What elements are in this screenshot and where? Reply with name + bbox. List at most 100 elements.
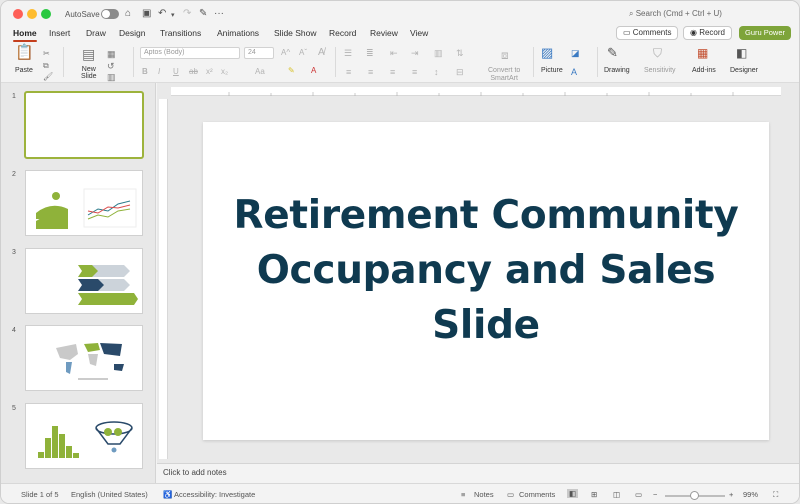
align-right-icon[interactable]: ≡ xyxy=(390,67,395,77)
clear-format-icon[interactable]: A̸ xyxy=(318,47,325,58)
outdent-icon[interactable]: ⇥ xyxy=(411,48,419,59)
tab-review[interactable]: Review xyxy=(370,28,398,38)
increase-font-icon[interactable]: A^ xyxy=(281,48,290,57)
bullets-icon[interactable]: ☰ xyxy=(344,48,352,59)
designer-icon[interactable]: ◧ xyxy=(736,47,747,59)
drawing-icon[interactable]: ✎ xyxy=(607,46,618,59)
slide-canvas[interactable]: Retirement Community Occupancy and Sales… xyxy=(203,122,769,440)
shapes-icon[interactable]: ◪ xyxy=(571,47,580,59)
decrease-font-icon[interactable]: Aˇ xyxy=(299,48,307,57)
notes-pane[interactable]: Click to add notes xyxy=(157,463,799,483)
slide-counter: Slide 1 of 5 xyxy=(21,490,59,499)
addins-icon[interactable]: ▦ xyxy=(697,47,708,59)
undo-dropdown-icon[interactable]: ▾ xyxy=(171,10,175,22)
align-text-icon[interactable]: ⊟ xyxy=(456,67,464,78)
slide-title[interactable]: Retirement Community Occupancy and Sales… xyxy=(223,188,749,353)
format-painter-icon[interactable]: 🖌 xyxy=(43,71,53,83)
layout-icon[interactable]: ▦ xyxy=(107,48,116,60)
zoom-out-icon[interactable]: − xyxy=(653,490,657,499)
notes-placeholder: Click to add notes xyxy=(163,468,227,477)
slide-sorter-icon[interactable]: ⊞ xyxy=(591,490,597,499)
tab-slide-show[interactable]: Slide Show xyxy=(274,28,317,38)
vertical-ruler[interactable] xyxy=(159,99,168,459)
tab-record[interactable]: Record xyxy=(329,28,356,38)
slide-thumbnail-5[interactable] xyxy=(25,403,143,469)
home-icon[interactable]: ⌂ xyxy=(125,8,131,20)
guru-power-button[interactable]: Guru Power xyxy=(739,26,791,40)
language-status[interactable]: English (United States) xyxy=(71,490,148,499)
comments-status-button[interactable]: Comments xyxy=(519,490,555,499)
undo-icon[interactable]: ↶ xyxy=(158,8,166,20)
slide-thumbnails-panel[interactable]: 1 2 3 4 5 xyxy=(1,83,156,483)
section-icon[interactable]: ▥ xyxy=(107,71,116,83)
fit-slide-icon[interactable]: ⛶ xyxy=(773,490,778,500)
font-size-field[interactable]: 24 xyxy=(244,47,274,59)
accessibility-status[interactable]: Accessibility: Investigate xyxy=(174,490,255,499)
tab-animations[interactable]: Animations xyxy=(217,28,259,38)
slide-thumbnail-2[interactable] xyxy=(25,170,143,236)
subscript-icon[interactable]: x₂ xyxy=(221,67,228,76)
record-button[interactable]: ◉ Record xyxy=(683,26,732,40)
picture-icon[interactable]: ▨ xyxy=(541,46,553,59)
change-case-icon[interactable]: Aa xyxy=(255,67,265,76)
tab-insert[interactable]: Insert xyxy=(49,28,70,38)
align-center-icon[interactable]: ≡ xyxy=(368,67,373,77)
notes-button[interactable]: Notes xyxy=(474,490,494,499)
zoom-window-button[interactable] xyxy=(41,9,51,19)
format-painter-icon[interactable]: ✎ xyxy=(199,8,207,20)
bold-icon[interactable]: B xyxy=(142,67,148,76)
new-slide-label-1: New xyxy=(81,66,96,73)
numbering-icon[interactable]: ≣ xyxy=(366,48,374,59)
textbox-icon[interactable]: A xyxy=(571,66,577,78)
tab-design[interactable]: Design xyxy=(119,28,145,38)
reading-view-icon[interactable]: ◫ xyxy=(613,490,620,499)
more-icon[interactable]: ··· xyxy=(214,8,224,20)
columns-icon[interactable]: ▥ xyxy=(434,48,443,59)
thumb-number: 4 xyxy=(12,327,16,334)
minimize-window-button[interactable] xyxy=(27,9,37,19)
strikethrough-icon[interactable]: ab xyxy=(189,67,198,76)
indent-icon[interactable]: ⇤ xyxy=(390,48,398,59)
autosave-toggle[interactable] xyxy=(101,9,119,19)
zoom-level[interactable]: 99% xyxy=(743,490,758,499)
superscript-icon[interactable]: x² xyxy=(206,67,213,76)
font-color-icon[interactable]: A xyxy=(311,66,316,75)
zoom-in-icon[interactable]: + xyxy=(729,490,733,499)
font-name-field[interactable]: Aptos (Body) xyxy=(140,47,240,59)
close-window-button[interactable] xyxy=(13,9,23,19)
tab-draw[interactable]: Draw xyxy=(86,28,106,38)
addins-label: Add-ins xyxy=(692,67,716,74)
divider xyxy=(533,47,534,77)
redo-icon[interactable]: ↷ xyxy=(183,8,191,20)
save-icon[interactable]: ▣ xyxy=(142,8,151,20)
tab-view[interactable]: View xyxy=(410,28,428,38)
justify-icon[interactable]: ≡ xyxy=(412,67,417,77)
align-left-icon[interactable]: ≡ xyxy=(346,67,351,77)
zoom-slider-handle[interactable] xyxy=(690,491,699,500)
highlight-icon[interactable]: ✎ xyxy=(288,66,295,75)
comments-button[interactable]: ▭ Comments xyxy=(616,26,679,40)
tab-transitions[interactable]: Transitions xyxy=(160,28,201,38)
thumb-number: 1 xyxy=(12,93,16,100)
normal-view-icon[interactable]: ◧ xyxy=(567,489,579,498)
new-slide-icon[interactable]: ▤ xyxy=(82,47,95,61)
slideshow-icon[interactable]: ▭ xyxy=(635,490,642,499)
search-icon: ⌕ xyxy=(629,9,636,18)
tab-home[interactable]: Home xyxy=(13,28,37,42)
smartart-icon[interactable]: ⧈ xyxy=(501,48,509,63)
paste-label: Paste xyxy=(15,67,33,74)
slide-thumbnail-1[interactable] xyxy=(24,91,144,159)
underline-icon[interactable]: U xyxy=(173,67,179,76)
line-spacing-icon[interactable]: ↕ xyxy=(434,67,439,77)
slide-thumbnail-4[interactable] xyxy=(25,325,143,391)
comments-icon: ▭ xyxy=(507,490,515,499)
sensitivity-icon[interactable]: ⛉ xyxy=(653,47,662,59)
cut-icon[interactable]: ✂ xyxy=(43,48,50,60)
horizontal-ruler[interactable] xyxy=(171,87,781,96)
paste-icon[interactable]: 📋 xyxy=(15,45,34,60)
search-box[interactable]: ⌕ Search (Cmd + Ctrl + U) xyxy=(629,9,722,19)
text-direction-icon[interactable]: ⇅ xyxy=(456,48,464,59)
slide-thumbnail-3[interactable] xyxy=(25,248,143,314)
italic-icon[interactable]: I xyxy=(158,67,160,76)
slide-title-line-3: Slide xyxy=(432,303,540,348)
